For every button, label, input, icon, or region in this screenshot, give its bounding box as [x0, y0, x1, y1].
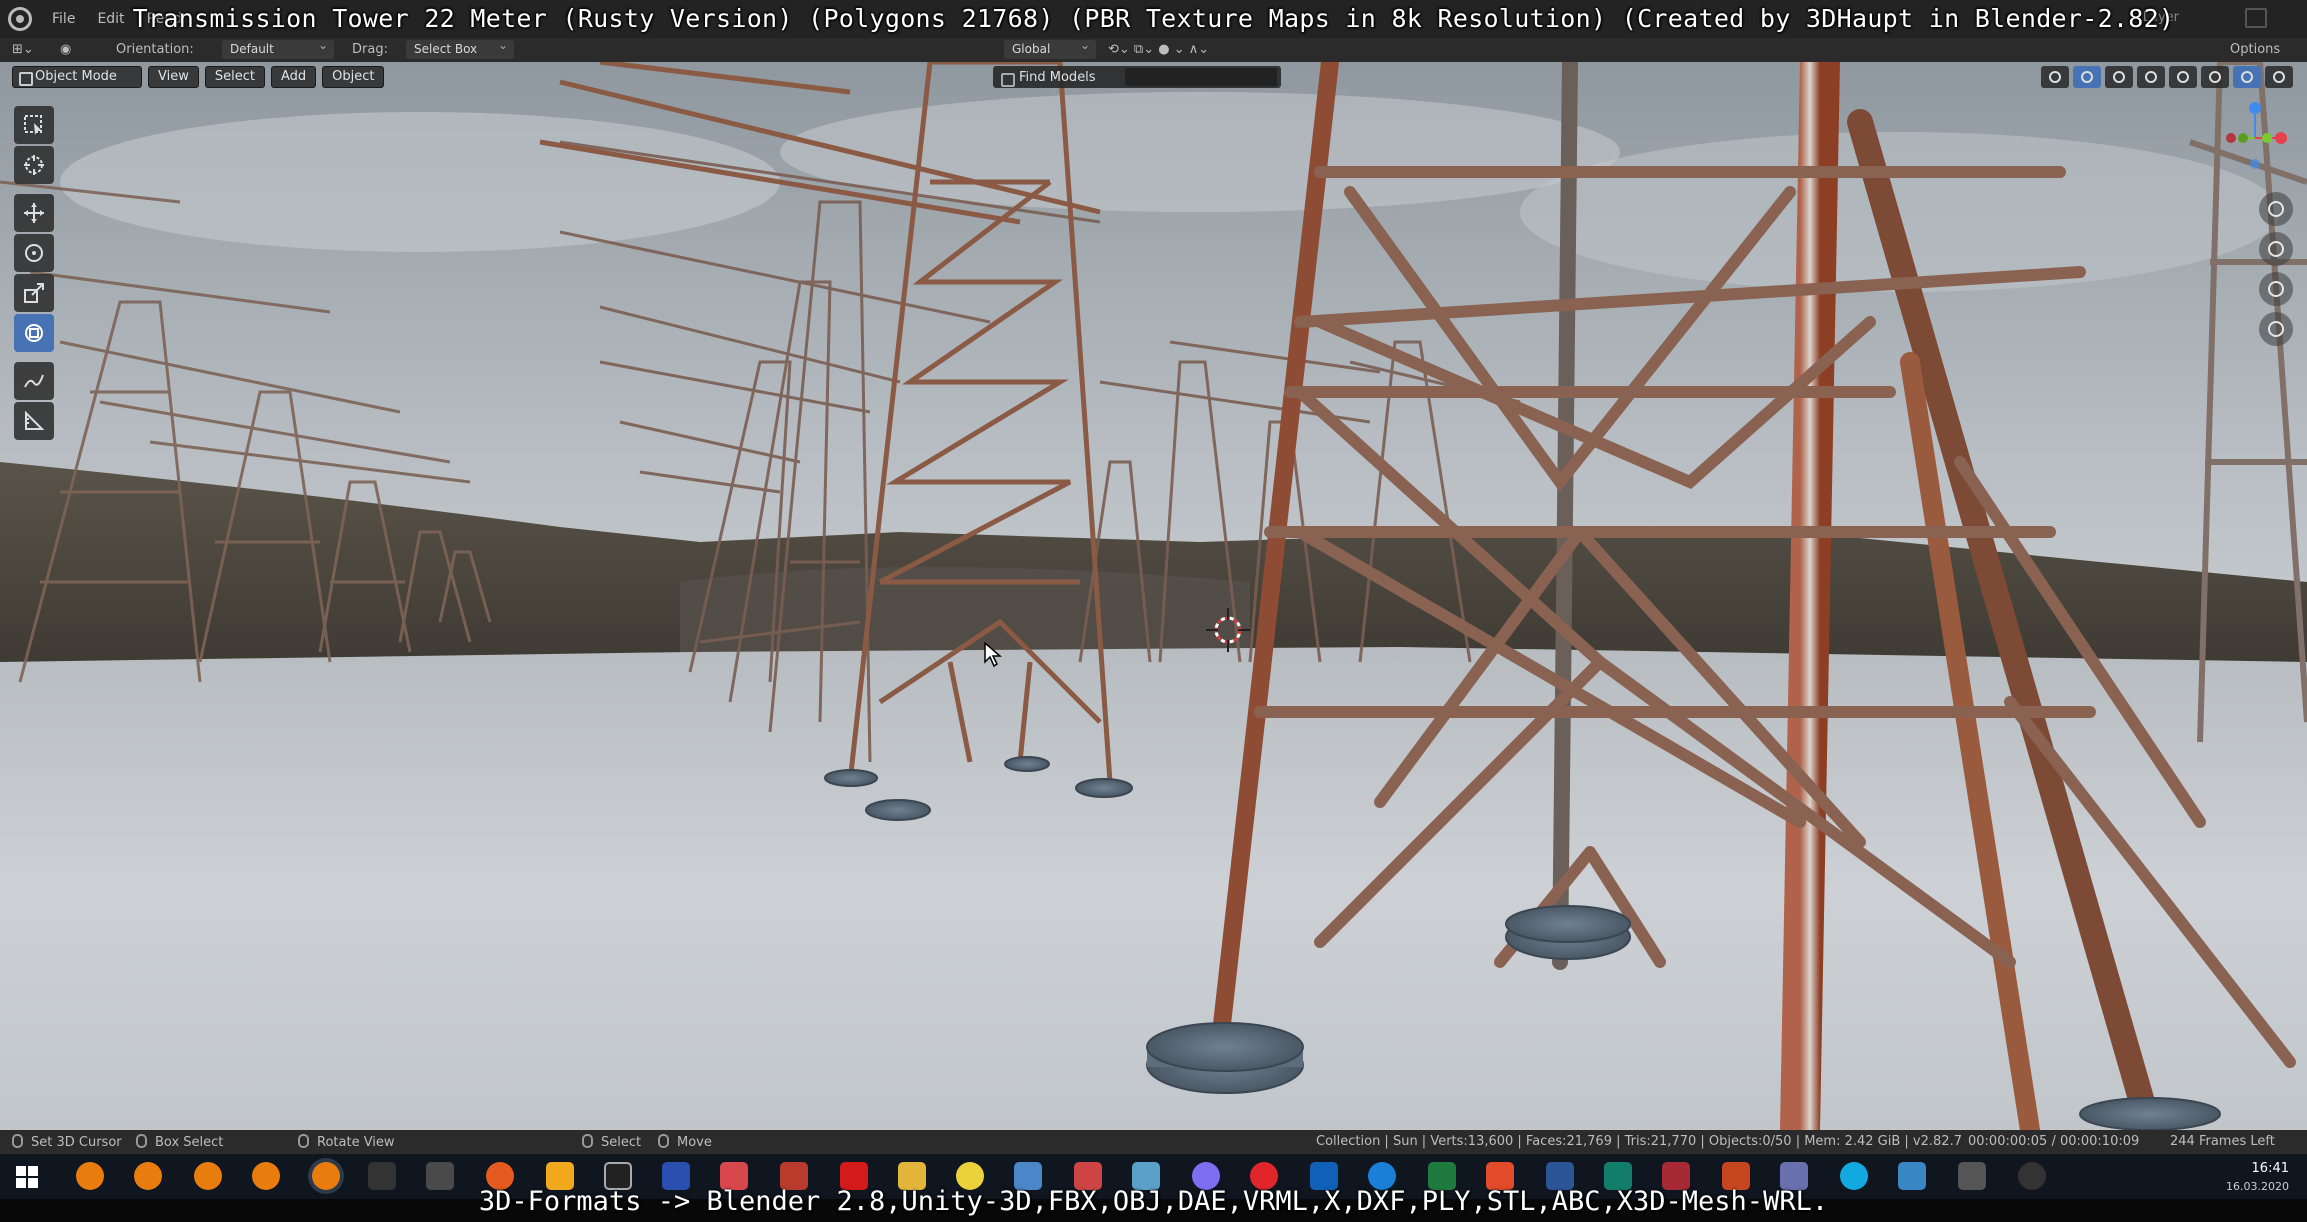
window-restore-icon[interactable] [2245, 8, 2267, 28]
timecode: 00:00:00:05 / 00:00:10:09 [1968, 1134, 2140, 1149]
menu-render[interactable]: Rend [147, 11, 182, 27]
visibility-icon[interactable] [2041, 66, 2069, 88]
transform-icon[interactable] [14, 314, 54, 352]
status-set-3d-cursor: Set 3D Cursor [12, 1134, 122, 1150]
top-menu-bar: File Edit Rend Layer [0, 0, 2307, 38]
frames-left: 244 Frames Left [2170, 1134, 2275, 1149]
measure-icon[interactable] [14, 402, 54, 440]
pivot-icon[interactable]: ⟲⌄ ⧉⌄ ● ⌄ ∧⌄ [1108, 42, 1209, 57]
mouse-drag-icon [658, 1134, 669, 1148]
camera-view-icon[interactable] [2259, 272, 2293, 306]
3d-viewport[interactable]: Object Mode View Select Add Object Find … [0, 62, 2307, 1130]
xray-icon[interactable] [2137, 66, 2165, 88]
find-models-addon[interactable]: Find Models [993, 66, 1281, 88]
3d-cursor-icon[interactable] [1206, 608, 1250, 652]
scene-statistics: Collection | Sun | Verts:13,600 | Faces:… [1316, 1134, 1962, 1149]
status-move: Move [658, 1134, 712, 1150]
status-bar: Set 3D Cursor Box Select Rotate View Sel… [0, 1130, 2307, 1154]
rotate-icon[interactable] [14, 234, 54, 272]
mouse-left-icon [582, 1134, 593, 1148]
gizmo-z-axis[interactable] [2249, 102, 2261, 114]
view-navigation-controls [2259, 192, 2295, 352]
video-caption-overlay: 3D-Formats -> Blender 2.8,Unity-3D,FBX,O… [478, 1186, 1829, 1217]
orientation-dropdown[interactable]: Default [222, 38, 334, 59]
scale-icon[interactable] [14, 274, 54, 312]
solid-shading-icon[interactable] [2201, 66, 2229, 88]
navigation-gizmo[interactable] [2217, 98, 2293, 178]
drag-dropdown[interactable]: Select Box [406, 38, 514, 59]
add-menu[interactable]: Add [270, 66, 317, 88]
mouse-pointer-icon [984, 642, 1002, 668]
options-button[interactable]: Options [2230, 42, 2280, 57]
pan-hand-icon[interactable] [2259, 232, 2293, 266]
object-menu[interactable]: Object [322, 66, 385, 88]
select-menu[interactable]: Select [204, 66, 265, 88]
editor-type-icon[interactable]: ⊞⌄ [12, 42, 34, 57]
move-icon[interactable] [14, 194, 54, 232]
status-rotate-view: Rotate View [298, 1134, 395, 1150]
annotate-icon[interactable] [14, 362, 54, 400]
gizmo-x-axis[interactable] [2275, 132, 2287, 144]
mouse-middle-icon [136, 1134, 147, 1148]
tool-shelf [14, 106, 56, 442]
rendered-shading-icon[interactable] [2265, 66, 2293, 88]
orientation-label: Orientation: [116, 42, 194, 57]
status-select: Select [582, 1134, 641, 1150]
find-models-dropdown[interactable]: Find Models [993, 70, 1125, 87]
tool-icon[interactable]: ◉ [60, 42, 71, 57]
find-models-search-input[interactable] [1125, 68, 1277, 86]
gizmo-toggle-icon[interactable] [2073, 66, 2101, 88]
perspective-grid-icon[interactable] [2259, 312, 2293, 346]
mouse-left-icon [12, 1134, 23, 1148]
scene-render [0, 62, 2307, 1130]
material-shading-icon[interactable] [2233, 66, 2261, 88]
menu-edit[interactable]: Edit [97, 11, 124, 27]
mouse-right-icon [298, 1134, 309, 1148]
menu-file[interactable]: File [52, 11, 75, 27]
viewport-header: Object Mode View Select Add Object [12, 66, 385, 88]
zoom-icon[interactable] [2259, 192, 2293, 226]
tool-settings-bar: ⊞⌄ ◉ Orientation: Default Drag: Select B… [0, 38, 2307, 62]
view-layer-label[interactable]: Layer [2143, 10, 2179, 25]
drag-label: Drag: [352, 42, 388, 57]
overlay-toggle-icon[interactable] [2105, 66, 2133, 88]
gizmo-y-axis[interactable] [2262, 133, 2272, 143]
view-menu[interactable]: View [148, 66, 199, 88]
wireframe-shading-icon[interactable] [2169, 66, 2197, 88]
select-box-icon[interactable] [14, 106, 54, 144]
transform-orientation-dropdown[interactable]: Global [1004, 38, 1096, 59]
blender-logo-icon[interactable] [8, 7, 32, 31]
cursor-icon[interactable] [14, 146, 54, 184]
windows-start-icon[interactable] [16, 1166, 38, 1188]
status-box-select: Box Select [136, 1134, 223, 1150]
viewport-display-controls [2041, 66, 2293, 88]
object-mode-dropdown[interactable]: Object Mode [12, 66, 142, 88]
